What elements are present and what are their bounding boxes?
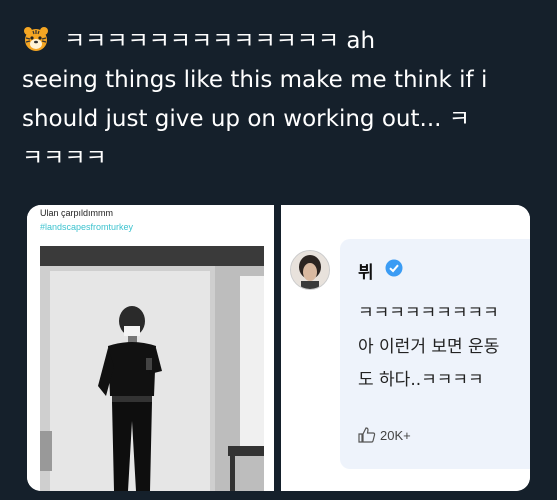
avatar-image: [291, 251, 329, 289]
ig-username: Ulan çarpıldımmm: [40, 208, 114, 218]
avatar: [290, 250, 330, 290]
tweet-line-4: ㅋㅋㅋㅋ: [22, 145, 107, 171]
mirror-selfie-photo: [40, 246, 264, 491]
tweet-line-1-text: ㅋㅋㅋㅋㅋㅋㅋㅋㅋㅋㅋㅋㅋ ah: [64, 28, 376, 54]
media-divider: [274, 205, 281, 491]
weverse-post-line-1: ㅋㅋㅋㅋㅋㅋㅋㅋㅋ: [358, 303, 499, 323]
like-count: 20K+: [380, 428, 411, 443]
tweet-line-1: ㅋㅋㅋㅋㅋㅋㅋㅋㅋㅋㅋㅋㅋ ah: [22, 22, 542, 61]
tweet-media[interactable]: Ulan çarpıldımmm #landscapesfromturkey 뷔…: [27, 205, 530, 491]
weverse-post-line-2: 아 이런거 보면 운동: [358, 337, 500, 357]
weverse-author-name: 뷔: [358, 263, 374, 283]
verified-badge-icon: [385, 259, 403, 277]
weverse-screenshot[interactable]: 뷔 ㅋㅋㅋㅋㅋㅋㅋㅋㅋ 아 이런거 보면 운동 도 하다..ㅋㅋㅋㅋ 20K+: [281, 205, 530, 491]
tiger-face-icon: [24, 27, 48, 51]
ig-hashtag: #landscapesfromturkey: [40, 222, 134, 232]
photo-illustration: [40, 246, 264, 491]
tweet-line-3: should just give up on working out... ㅋ: [22, 106, 470, 132]
tweet-text: ㅋㅋㅋㅋㅋㅋㅋㅋㅋㅋㅋㅋㅋ ah seeing things like this…: [22, 22, 542, 178]
thumbs-up-icon: [358, 427, 376, 443]
like-count-row[interactable]: 20K+: [358, 427, 411, 443]
tweet-line-2: seeing things like this make me think if…: [22, 67, 488, 93]
instagram-screenshot[interactable]: Ulan çarpıldımmm #landscapesfromturkey: [27, 205, 274, 491]
weverse-post-line-3: 도 하다..ㅋㅋㅋㅋ: [358, 370, 484, 390]
